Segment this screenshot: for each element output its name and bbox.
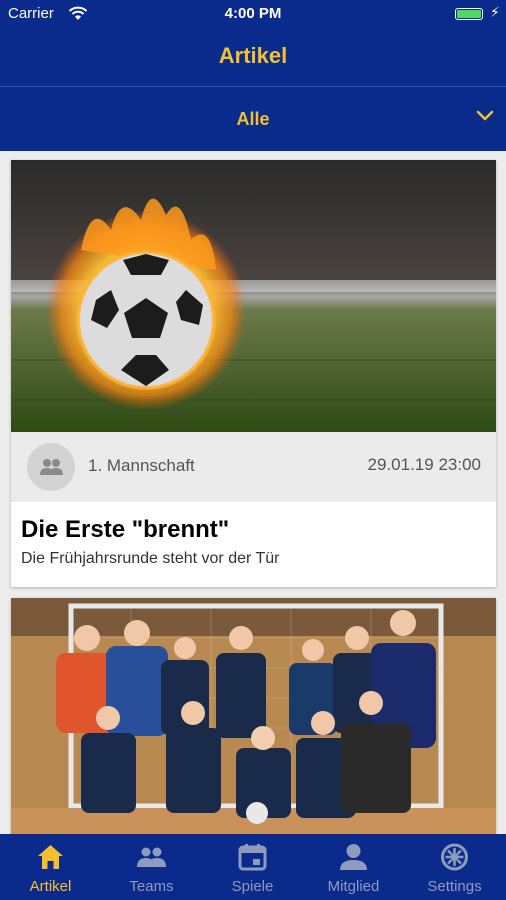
battery-icon <box>455 8 483 20</box>
teams-icon <box>101 842 202 872</box>
article-card[interactable]: 1. Mannschaft 29.01.19 23:00 Die Erste "… <box>11 160 496 587</box>
tab-label: Settings <box>427 878 482 895</box>
article-list[interactable]: 1. Mannschaft 29.01.19 23:00 Die Erste "… <box>0 151 506 834</box>
tab-bar: Artikel Teams Spiele Mitglied Settings <box>0 834 506 900</box>
chevron-down-icon <box>476 109 494 127</box>
tab-label: Artikel <box>29 878 72 895</box>
tab-mitglied[interactable]: Mitglied <box>303 834 404 900</box>
article-image-team-photo <box>11 598 496 834</box>
nav-bar: Artikel <box>0 28 506 87</box>
article-image-burning-ball <box>11 160 496 432</box>
clock: 4:00 PM <box>224 5 282 22</box>
filter-dropdown[interactable]: Alle <box>0 87 506 151</box>
article-meta: 1. Mannschaft 29.01.19 23:00 <box>11 432 496 502</box>
tab-artikel[interactable]: Artikel <box>0 834 101 900</box>
tab-label: Mitglied <box>327 878 380 895</box>
filter-selected-value: Alle <box>236 109 270 129</box>
page-title: Artikel <box>218 43 288 68</box>
charging-icon: ⚡ <box>490 4 500 20</box>
article-subtitle: Die Frühjahrsrunde steht vor der Tür <box>21 550 280 567</box>
article-title: Die Erste "brennt" <box>21 516 230 543</box>
tab-spiele[interactable]: Spiele <box>202 834 303 900</box>
article-team: 1. Mannschaft <box>88 456 195 475</box>
home-icon <box>0 842 101 872</box>
status-bar: Carrier 4:00 PM ⚡ <box>0 0 506 28</box>
tab-settings[interactable]: Settings <box>404 834 505 900</box>
tab-teams[interactable]: Teams <box>101 834 202 900</box>
article-date: 29.01.19 23:00 <box>367 455 481 474</box>
article-card[interactable] <box>11 598 496 834</box>
tab-label: Spiele <box>231 878 274 895</box>
person-icon <box>303 842 404 872</box>
team-avatar <box>27 443 75 491</box>
group-icon <box>40 459 63 475</box>
tab-label: Teams <box>129 878 174 895</box>
calendar-icon <box>202 842 303 872</box>
gear-icon <box>404 842 505 872</box>
